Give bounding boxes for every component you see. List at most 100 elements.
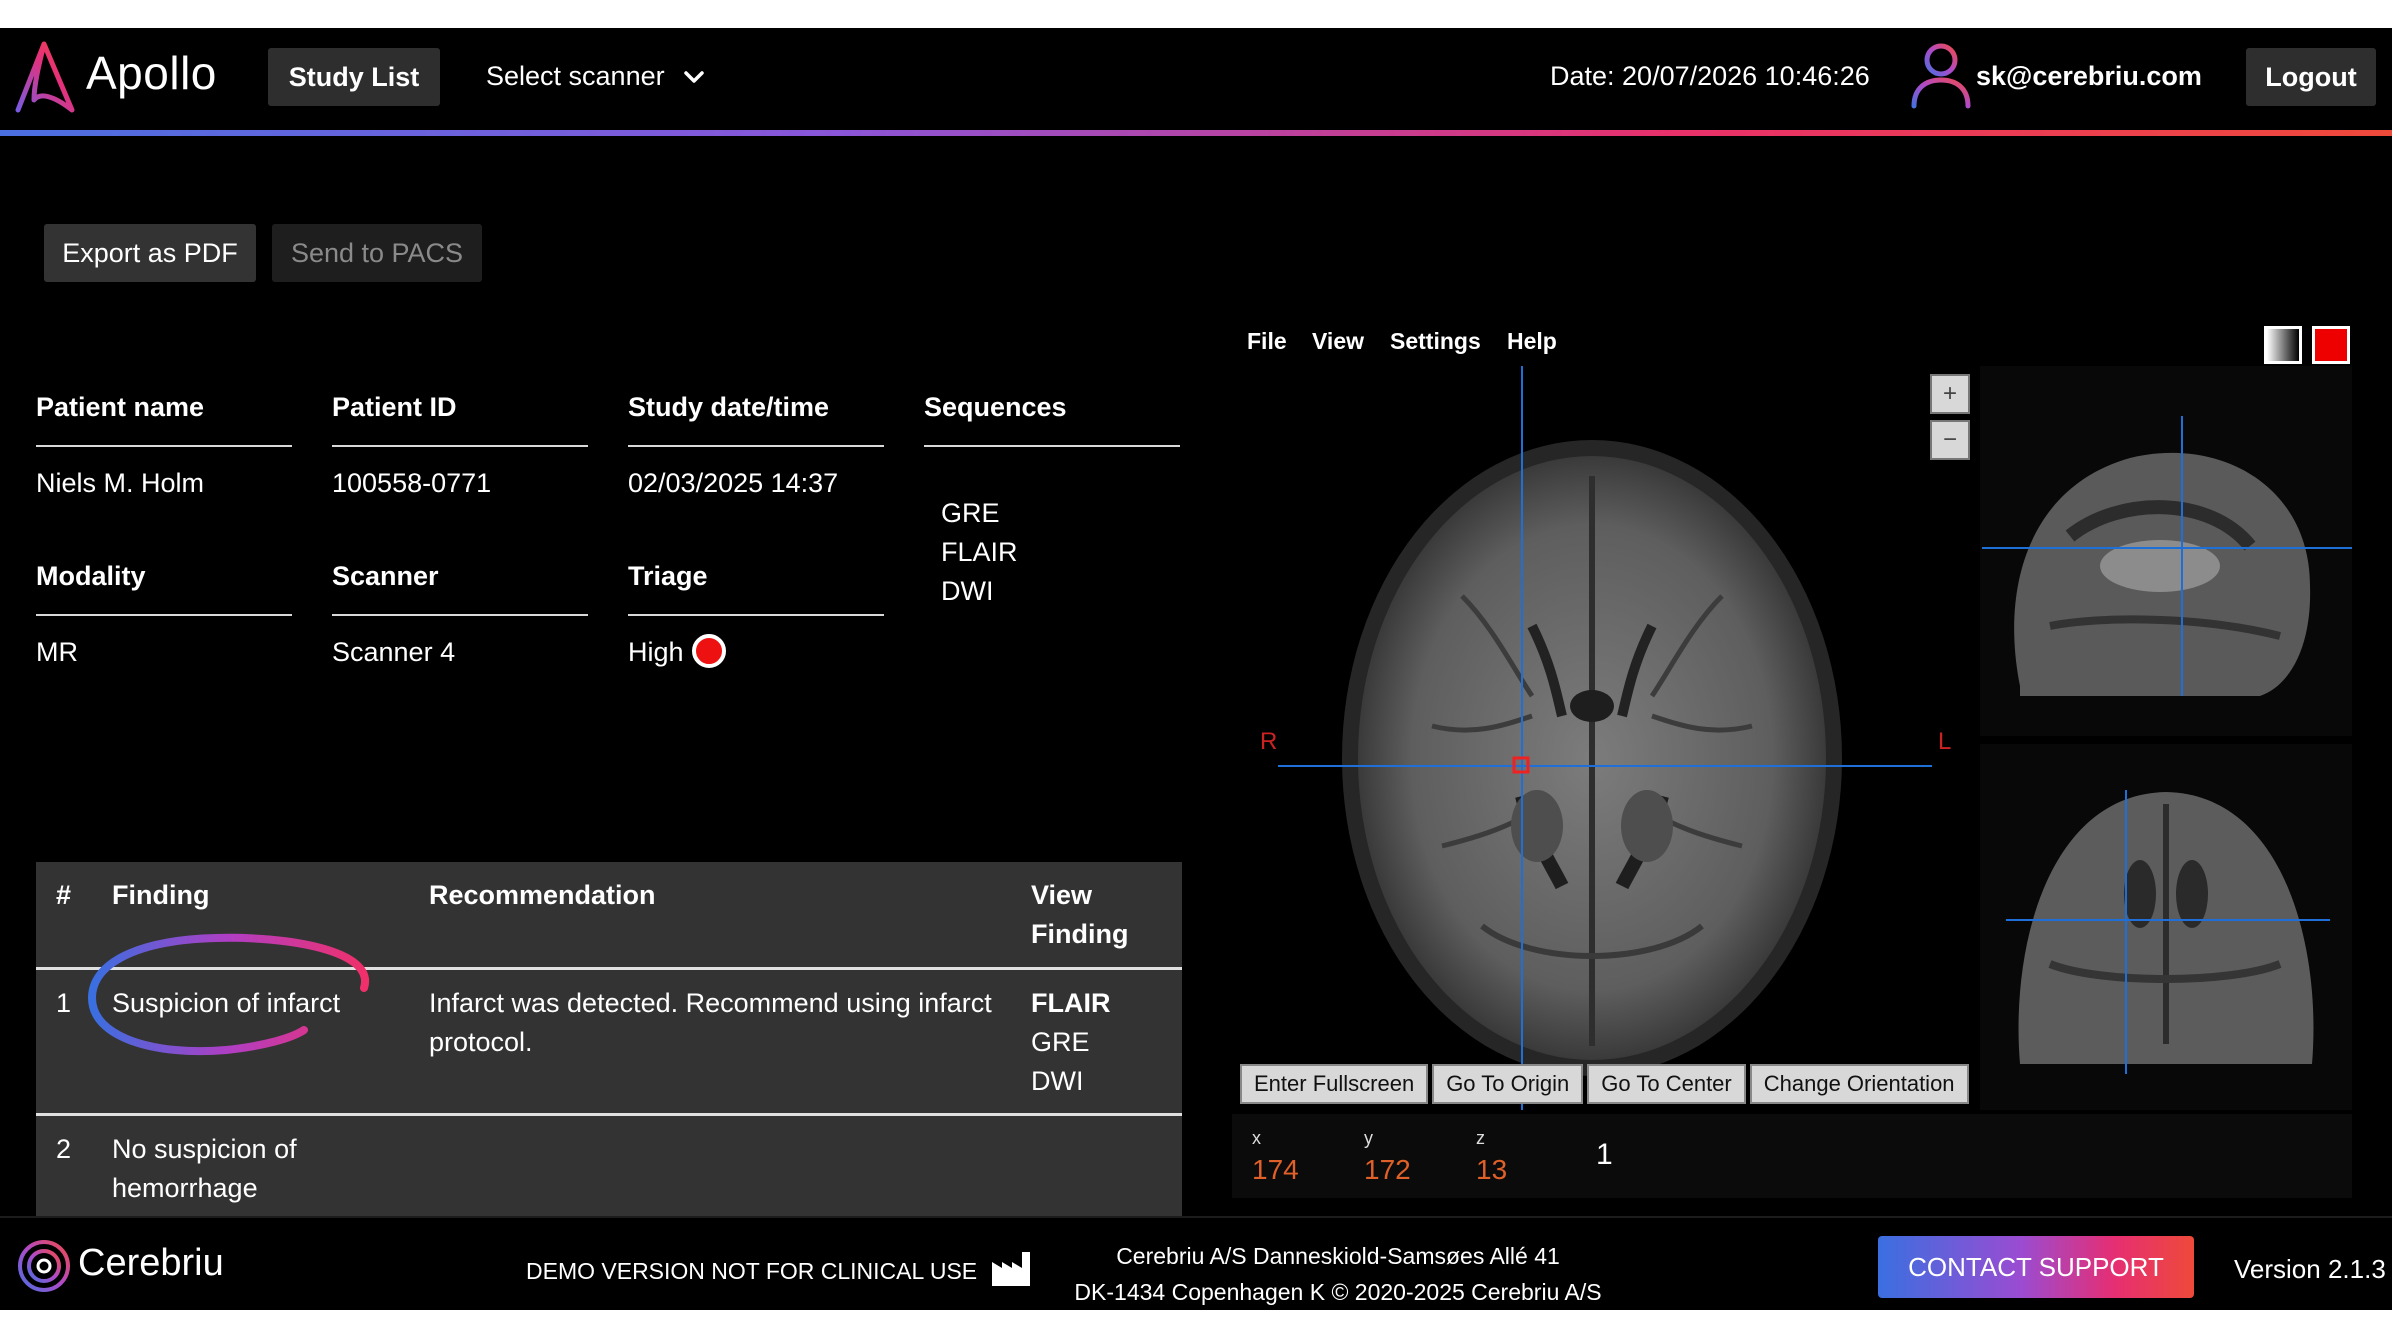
viewer-toolbar: Enter Fullscreen Go To Origin Go To Cent…: [1240, 1064, 1969, 1104]
patient-name-label: Patient name: [36, 392, 205, 422]
patient-name-value: Niels M. Holm: [36, 468, 205, 498]
column-header-number: #: [56, 880, 72, 910]
footer-brand-name: Cerebriu: [78, 1242, 224, 1284]
coord-x-label: x: [1252, 1128, 1261, 1148]
coord-z-value: 13: [1476, 1154, 1508, 1185]
patient-id-value: 100558-0771: [332, 468, 492, 498]
scanner-select[interactable]: Select scanner: [486, 61, 705, 92]
row-number: 1: [56, 988, 72, 1018]
column-header-view-line: Finding: [1031, 919, 1129, 949]
logout-button[interactable]: Logout: [2246, 48, 2376, 106]
scanner-select-label: Select scanner: [486, 61, 665, 91]
modality-label: Modality: [36, 561, 146, 591]
finding-line: No suspicion of: [112, 1134, 297, 1164]
zoom-in-button[interactable]: +: [1930, 374, 1970, 414]
divider: [628, 445, 884, 447]
coord-y-label: y: [1364, 1128, 1373, 1148]
view-link-dwi[interactable]: DWI: [1031, 1062, 1110, 1101]
go-to-center-button[interactable]: Go To Center: [1587, 1064, 1746, 1104]
scanner-label: Scanner: [332, 561, 439, 591]
export-pdf-button[interactable]: Export as PDF: [44, 224, 256, 282]
recommendation-line: Infarct was detected. Recommend using in…: [429, 988, 992, 1018]
user-icon: [1911, 43, 1971, 109]
grayscale-colormap-swatch[interactable]: [2264, 326, 2302, 364]
view-links: FLAIR GRE DWI: [1031, 984, 1110, 1101]
viewer-menu-settings[interactable]: Settings: [1390, 328, 1481, 355]
user-email[interactable]: sk@cerebriu.com: [1976, 61, 2202, 92]
view-link-flair[interactable]: FLAIR: [1031, 984, 1110, 1023]
finding-text: No suspicion of hemorrhage: [112, 1130, 297, 1208]
column-header-recommendation: Recommendation: [429, 880, 656, 910]
contact-support-button[interactable]: CONTACT SUPPORT: [1878, 1236, 2194, 1298]
divider: [332, 614, 588, 616]
company-address: Cerebriu A/S Danneskiold-Samsøes Allé 41…: [1064, 1238, 1612, 1310]
modality-value: MR: [36, 637, 78, 667]
sequences-label: Sequences: [924, 392, 1067, 422]
divider: [924, 445, 1180, 447]
chevron-down-icon: [683, 70, 704, 83]
scanner-value: Scanner 4: [332, 637, 456, 667]
change-orientation-button[interactable]: Change Orientation: [1749, 1064, 1969, 1104]
view-link-gre[interactable]: GRE: [1031, 1023, 1110, 1062]
divider: [36, 445, 292, 447]
row-divider: [36, 1113, 1182, 1116]
footer: Cerebriu DEMO VERSION NOT FOR CLINICAL U…: [0, 1216, 2392, 1310]
sequences-list: GRE FLAIR DWI: [941, 494, 1018, 611]
enter-fullscreen-button[interactable]: Enter Fullscreen: [1240, 1064, 1429, 1104]
viewer-menu-view[interactable]: View: [1312, 328, 1364, 355]
demo-notice: DEMO VERSION NOT FOR CLINICAL USE: [526, 1258, 978, 1284]
column-header-finding: Finding: [112, 880, 210, 910]
orientation-left-label: L: [1938, 728, 1952, 755]
study-list-button[interactable]: Study List: [268, 48, 440, 106]
recommendation-text: Infarct was detected. Recommend using in…: [429, 984, 992, 1062]
column-header-view-line: View: [1031, 880, 1093, 910]
study-datetime-label: Study date/time: [628, 392, 830, 422]
triage-label: Triage: [628, 561, 708, 591]
triage-status-dot: [691, 633, 726, 668]
highlight-circle-annotation: [87, 933, 370, 1056]
brain-mri-sagittal-image: [1980, 366, 2352, 736]
address-line: DK-1434 Copenhagen K © 2020-2025 Cerebri…: [1074, 1279, 1602, 1305]
manufacturer-icon: [992, 1252, 1030, 1286]
coronal-view-canvas[interactable]: [1980, 744, 2352, 1110]
viewer-menu-file[interactable]: File: [1247, 328, 1287, 355]
divider: [36, 614, 292, 616]
orientation-right-label: R: [1260, 728, 1278, 755]
recommendation-line: protocol.: [429, 1027, 533, 1057]
finding-line: hemorrhage: [112, 1173, 258, 1203]
red-colormap-swatch[interactable]: [2312, 326, 2350, 364]
coordinate-readout: x 174 y 172 z 13 1: [1232, 1114, 2352, 1198]
divider: [628, 614, 884, 616]
coord-z-label: z: [1476, 1128, 1485, 1148]
send-to-pacs-button[interactable]: Send to PACS: [272, 224, 482, 282]
cerebriu-logo-icon: [18, 1240, 70, 1292]
version-text: Version 2.1.3: [2234, 1254, 2386, 1284]
study-datetime-value: 02/03/2025 14:37: [628, 468, 839, 498]
row-number: 2: [56, 1134, 72, 1164]
go-to-origin-button[interactable]: Go To Origin: [1432, 1064, 1584, 1104]
header-accent-line: [0, 130, 2392, 136]
axial-view-canvas[interactable]: R L: [1232, 366, 1976, 1110]
zoom-out-button[interactable]: −: [1930, 420, 1970, 460]
triage-value: High: [628, 633, 726, 668]
patient-id-label: Patient ID: [332, 392, 457, 422]
current-date: Date: 20/07/2026 10:46:26: [1550, 61, 1870, 91]
column-header-view-finding: View Finding: [1031, 876, 1128, 954]
top-header: Apollo Study List Select scanner Date: 2…: [0, 28, 2392, 130]
sequence-item: GRE: [941, 498, 1000, 528]
brain-mri-axial-image: [1278, 366, 1932, 1110]
coord-y-value: 172: [1364, 1154, 1411, 1185]
slice-value: 1: [1596, 1138, 1613, 1171]
address-line: Cerebriu A/S Danneskiold-Samsøes Allé 41: [1116, 1243, 1560, 1269]
apollo-logo-icon: [15, 41, 75, 113]
sequence-item: FLAIR: [941, 537, 1018, 567]
viewer-menu-help[interactable]: Help: [1507, 328, 1557, 355]
brain-mri-coronal-image: [1980, 744, 2352, 1110]
brand-name: Apollo: [86, 47, 217, 99]
coord-x-value: 174: [1252, 1154, 1299, 1185]
app-window: Apollo Study List Select scanner Date: 2…: [0, 28, 2392, 1310]
sequence-item: DWI: [941, 576, 994, 606]
sagittal-view-canvas[interactable]: [1980, 366, 2352, 736]
divider: [332, 445, 588, 447]
triage-text: High: [628, 637, 684, 667]
